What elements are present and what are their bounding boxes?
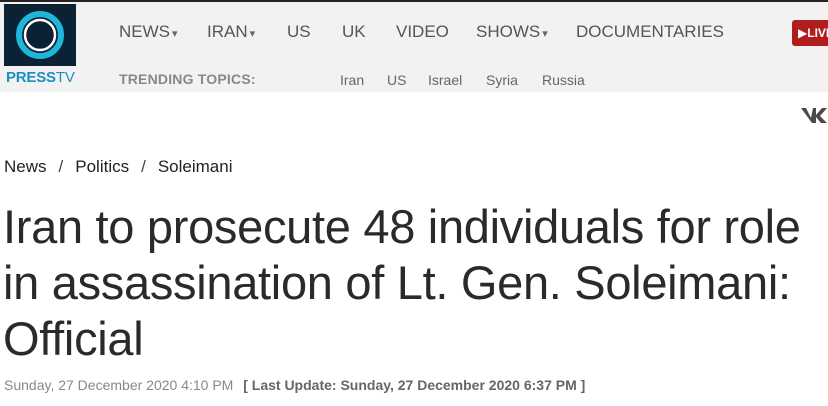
breadcrumb-politics[interactable]: Politics xyxy=(75,157,129,176)
trending-topic-israel[interactable]: Israel xyxy=(428,72,462,88)
play-icon: ▶ xyxy=(798,26,808,40)
breadcrumb: News / Politics / Soleimani xyxy=(4,157,233,177)
presstv-logo[interactable] xyxy=(4,4,76,66)
article-title: Iran to prosecute 48 individuals for rol… xyxy=(3,200,801,365)
breadcrumb-soleimani[interactable]: Soleimani xyxy=(158,157,233,176)
breadcrumb-separator: / xyxy=(58,157,64,176)
site-header: PRESSTV NEWS ▾ IRAN ▾ US UK VIDEO SHOWS ▾ D… xyxy=(0,0,828,92)
nav-documentaries[interactable]: DOCUMENTARIES xyxy=(576,22,724,42)
nav-documentaries-label: DOCUMENTARIES xyxy=(576,22,724,41)
published-date: Sunday, 27 December 2020 4:10 PM xyxy=(4,377,234,393)
trending-topics-label: TRENDING TOPICS: xyxy=(119,71,256,87)
nav-video[interactable]: VIDEO xyxy=(396,22,449,42)
nav-uk-label: UK xyxy=(342,22,366,41)
presstv-ring-logo-icon xyxy=(16,11,64,59)
trending-topic-syria[interactable]: Syria xyxy=(486,72,518,88)
nav-shows-label: SHOWS xyxy=(476,22,541,41)
trending-topic-us[interactable]: US xyxy=(387,72,406,88)
trending-topic-iran[interactable]: Iran xyxy=(340,72,364,88)
nav-news-label: NEWS xyxy=(119,22,170,41)
chevron-down-icon: ▾ xyxy=(172,28,178,40)
nav-us[interactable]: US xyxy=(287,22,311,42)
breadcrumb-news[interactable]: News xyxy=(4,157,47,176)
article-dateline: Sunday, 27 December 2020 4:10 PM [ Last … xyxy=(4,377,585,393)
brand-name-thin: TV xyxy=(55,69,75,86)
breadcrumb-separator: / xyxy=(141,157,146,176)
last-update: [ Last Update: Sunday, 27 December 2020 … xyxy=(243,377,586,393)
brand-name[interactable]: PRESSTV xyxy=(6,69,75,86)
live-label: LIVE xyxy=(807,26,828,40)
nav-uk[interactable]: UK xyxy=(342,22,366,42)
chevron-down-icon: ▾ xyxy=(542,28,548,40)
live-button[interactable]: ▶LIVE xyxy=(792,20,828,46)
nav-iran[interactable]: IRAN ▾ xyxy=(207,22,255,42)
nav-us-label: US xyxy=(287,22,311,41)
brand-name-bold: PRESS xyxy=(6,69,56,86)
chevron-down-icon: ▾ xyxy=(249,28,256,40)
nav-video-label: VIDEO xyxy=(396,22,449,41)
nav-iran-label: IRAN xyxy=(207,22,248,41)
nav-news[interactable]: NEWS ▾ xyxy=(119,22,178,42)
nav-shows[interactable]: SHOWS ▾ xyxy=(476,22,548,42)
vk-icon[interactable] xyxy=(800,106,828,124)
header-top-border xyxy=(0,0,828,2)
trending-topic-russia[interactable]: Russia xyxy=(542,72,585,88)
